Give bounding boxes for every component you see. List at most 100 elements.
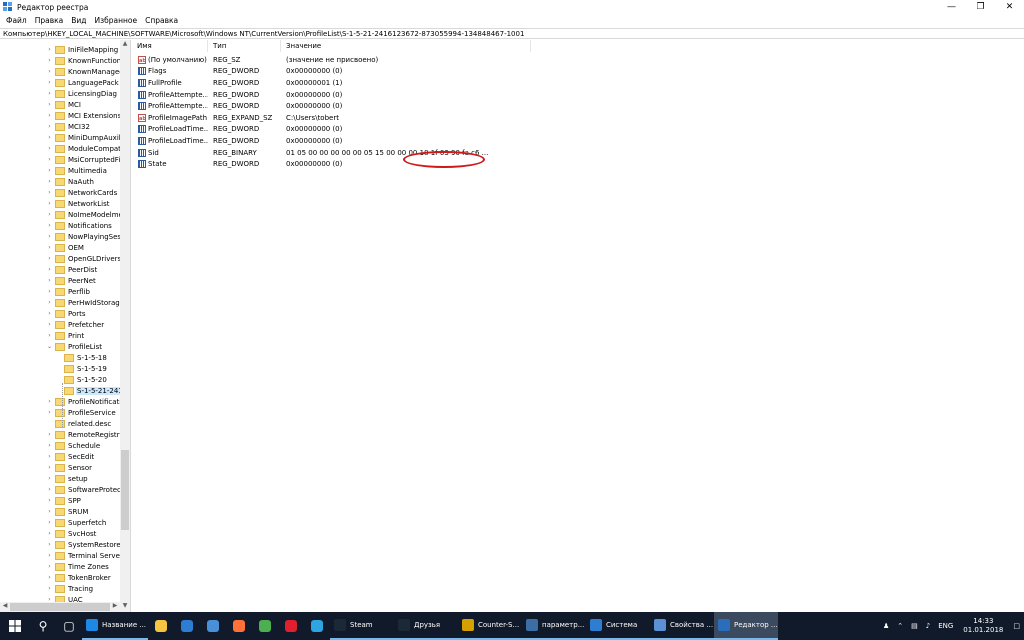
chevron-right-icon[interactable]: ›: [46, 299, 53, 306]
taskbar-app-button[interactable]: параметр...: [522, 612, 586, 640]
tree-item[interactable]: › Ports: [46, 308, 87, 319]
chevron-right-icon[interactable]: ›: [46, 189, 53, 196]
taskbar-app-button[interactable]: Свойства ...: [650, 612, 714, 640]
store-icon[interactable]: [174, 612, 200, 640]
value-row[interactable]: ab ProfileImagePath REG_EXPAND_SZ C:\Users\…: [132, 112, 339, 124]
search-icon[interactable]: ⚲: [30, 612, 56, 640]
volume-icon[interactable]: ♪: [926, 622, 930, 630]
chevron-right-icon[interactable]: ›: [46, 112, 53, 119]
chevron-down-icon[interactable]: ⌄: [46, 343, 53, 350]
chevron-right-icon[interactable]: ›: [46, 332, 53, 339]
chevron-right-icon[interactable]: ›: [46, 321, 53, 328]
scroll-right-arrow-icon[interactable]: ▶: [110, 602, 120, 612]
chevron-right-icon[interactable]: ›: [46, 530, 53, 537]
tree-vertical-scrollbar[interactable]: ▲ ▼: [120, 40, 130, 612]
chevron-right-icon[interactable]: ›: [46, 90, 53, 97]
chevron-right-icon[interactable]: ›: [46, 497, 53, 504]
tree-item[interactable]: › MiniDumpAuxili: [46, 132, 124, 143]
tree-item[interactable]: › Multimedia: [46, 165, 108, 176]
chevron-right-icon[interactable]: ›: [46, 277, 53, 284]
task-view-icon[interactable]: ▢: [56, 612, 82, 640]
chevron-right-icon[interactable]: ›: [46, 486, 53, 493]
tree-item[interactable]: › PeerNet: [46, 275, 97, 286]
opera-icon[interactable]: [278, 612, 304, 640]
tree-item[interactable]: › SecEdit: [46, 451, 95, 462]
chevron-right-icon[interactable]: ›: [46, 200, 53, 207]
tree-item[interactable]: › ModuleCompati: [46, 143, 124, 154]
tree-item[interactable]: › Perflib: [46, 286, 91, 297]
value-row[interactable]: ProfileAttempte... REG_DWORD 0x00000000 (0…: [132, 89, 342, 101]
menu-help[interactable]: Справка: [141, 16, 182, 25]
tree-item[interactable]: › SvcHost: [46, 528, 97, 539]
tray-expand-icon[interactable]: ⌃: [897, 622, 903, 630]
tree-item[interactable]: › SRUM: [46, 506, 89, 517]
chevron-right-icon[interactable]: ›: [46, 464, 53, 471]
tree-item[interactable]: › IniFileMapping: [46, 44, 119, 55]
chevron-right-icon[interactable]: ›: [46, 167, 53, 174]
tree-item[interactable]: › Tracing: [46, 583, 94, 594]
chevron-right-icon[interactable]: ›: [46, 585, 53, 592]
value-row[interactable]: ProfileAttempte... REG_DWORD 0x00000000 (0…: [132, 100, 342, 112]
tree-item[interactable]: › Prefetcher: [46, 319, 105, 330]
tree-item[interactable]: › Notifications: [46, 220, 113, 231]
tree-item[interactable]: › Superfetch: [46, 517, 107, 528]
clock[interactable]: 14:33 01.01.2018: [963, 617, 1003, 635]
tree-item[interactable]: › Schedule: [46, 440, 101, 451]
address-bar[interactable]: Компьютер\HKEY_LOCAL_MACHINE\SOFTWARE\Mi…: [0, 28, 1024, 39]
tree-item[interactable]: › LicensingDiag: [46, 88, 118, 99]
chevron-right-icon[interactable]: ›: [46, 57, 53, 64]
tree-item[interactable]: › MsiCorruptedFil: [46, 154, 123, 165]
chevron-right-icon[interactable]: ›: [46, 552, 53, 559]
scroll-thumb[interactable]: [121, 450, 129, 530]
chevron-right-icon[interactable]: ›: [46, 266, 53, 273]
maximize-button[interactable]: ❐: [966, 0, 995, 14]
minimize-button[interactable]: —: [937, 0, 966, 14]
tree-item[interactable]: › NetworkCards: [46, 187, 118, 198]
chevron-right-icon[interactable]: ›: [46, 244, 53, 251]
menu-file[interactable]: Файл: [2, 16, 31, 25]
tree-item[interactable]: › OEM: [46, 242, 85, 253]
tree-item[interactable]: › Sensor: [46, 462, 93, 473]
tree-item[interactable]: › LanguagePack: [46, 77, 120, 88]
tree-item[interactable]: › MCI Extensions: [46, 110, 122, 121]
chevron-right-icon[interactable]: ›: [46, 134, 53, 141]
tree-item[interactable]: › SoftwareProtecti: [46, 484, 127, 495]
chevron-right-icon[interactable]: ›: [46, 475, 53, 482]
column-type-header[interactable]: Тип: [208, 40, 281, 52]
hscroll-thumb[interactable]: [10, 603, 110, 611]
chevron-right-icon[interactable]: ›: [46, 79, 53, 86]
taskbar-app-button[interactable]: Steam: [330, 612, 394, 640]
chevron-right-icon[interactable]: ›: [46, 310, 53, 317]
menu-favorites[interactable]: Избранное: [91, 16, 142, 25]
taskbar-app-button[interactable]: Название ...: [82, 612, 148, 640]
scroll-down-arrow-icon[interactable]: ▼: [120, 602, 130, 612]
chevron-right-icon[interactable]: ›: [46, 68, 53, 75]
value-row[interactable]: Flags REG_DWORD 0x00000000 (0): [132, 66, 342, 78]
chevron-right-icon[interactable]: ›: [46, 288, 53, 295]
menu-edit[interactable]: Правка: [31, 16, 68, 25]
close-button[interactable]: ✕: [995, 0, 1024, 14]
tree-item[interactable]: › KnownManaged: [46, 66, 125, 77]
taskbar-app-button[interactable]: Друзья: [394, 612, 458, 640]
scroll-left-arrow-icon[interactable]: ◀: [0, 602, 10, 612]
chevron-right-icon[interactable]: ›: [46, 222, 53, 229]
value-row[interactable]: ProfileLoadTime... REG_DWORD 0x00000000 (0…: [132, 135, 342, 147]
telegram-icon[interactable]: [304, 612, 330, 640]
tree-item[interactable]: › PeerDist: [46, 264, 98, 275]
chevron-right-icon[interactable]: ›: [46, 255, 53, 262]
chevron-right-icon[interactable]: ›: [46, 46, 53, 53]
tree-item[interactable]: › PerHwIdStorage: [46, 297, 125, 308]
chevron-right-icon[interactable]: ›: [46, 541, 53, 548]
tree-item[interactable]: › OpenGLDrivers: [46, 253, 122, 264]
tree-item[interactable]: S-1-5-19: [55, 363, 108, 374]
language-indicator[interactable]: ENG: [938, 622, 953, 630]
tree-horizontal-scrollbar[interactable]: ◀ ▶: [0, 602, 120, 612]
tree-item[interactable]: › Time Zones: [46, 561, 110, 572]
chevron-right-icon[interactable]: ›: [46, 519, 53, 526]
tree-item[interactable]: › SPP: [46, 495, 82, 506]
chevron-right-icon[interactable]: ›: [46, 453, 53, 460]
taskbar-app-button[interactable]: Система: [586, 612, 650, 640]
chevron-right-icon[interactable]: ›: [46, 398, 53, 405]
chevron-right-icon[interactable]: ›: [46, 574, 53, 581]
tree-item[interactable]: › Print: [46, 330, 85, 341]
